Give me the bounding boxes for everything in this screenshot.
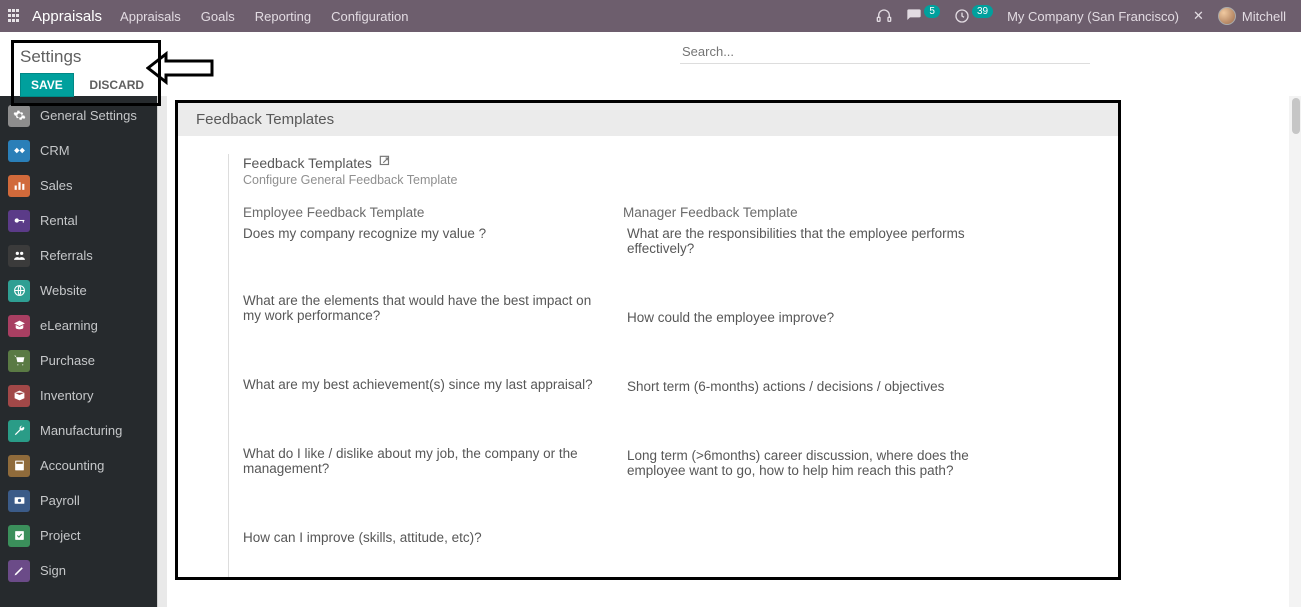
activities-badge: 39: [972, 5, 993, 18]
manager-question[interactable]: Long term (>6months) career discussion, …: [623, 448, 993, 478]
sidebar-item-label: General Settings: [40, 108, 137, 123]
employee-question[interactable]: What do I like / dislike about my job, t…: [243, 446, 613, 476]
company-switcher[interactable]: My Company (San Francisco): [1007, 9, 1179, 24]
messages-icon[interactable]: 5: [906, 8, 940, 24]
sidebar-item-label: Rental: [40, 213, 78, 228]
sidebar-item-label: Accounting: [40, 458, 104, 473]
panel-divider: [228, 154, 229, 580]
employee-feedback-title: Employee Feedback Template: [243, 205, 613, 220]
cart-icon: [8, 350, 30, 372]
sidebar-item-label: Inventory: [40, 388, 93, 403]
key-icon: [8, 210, 30, 232]
manager-question[interactable]: What are the responsibilities that the e…: [623, 226, 993, 256]
activities-icon[interactable]: 39: [954, 8, 993, 24]
sidebar-item-purchase[interactable]: Purchase: [0, 343, 157, 378]
people-icon: [8, 245, 30, 267]
settings-sidebar: General Settings CRM Sales Rental Referr…: [0, 96, 157, 607]
app-brand[interactable]: Appraisals: [32, 8, 102, 25]
arrow-annotation: [146, 50, 216, 86]
manager-feedback-column: Manager Feedback Template What are the r…: [623, 205, 993, 545]
employee-question[interactable]: What are the elements that would have th…: [243, 293, 613, 323]
sidebar-item-elearning[interactable]: eLearning: [0, 308, 157, 343]
box-icon: [8, 385, 30, 407]
wrench-icon: [8, 420, 30, 442]
apps-icon[interactable]: [8, 9, 22, 23]
navbar: Appraisals Appraisals Goals Reporting Co…: [0, 0, 1301, 32]
discard-button[interactable]: DISCARD: [81, 74, 152, 96]
action-bar: Settings SAVE DISCARD: [0, 32, 1301, 96]
employee-question[interactable]: What are my best achievement(s) since my…: [243, 377, 613, 392]
sidebar-item-sales[interactable]: Sales: [0, 168, 157, 203]
sidebar-item-label: CRM: [40, 143, 70, 158]
sidebar-item-crm[interactable]: CRM: [0, 133, 157, 168]
sidebar-item-inventory[interactable]: Inventory: [0, 378, 157, 413]
sidebar-item-label: Sign: [40, 563, 66, 578]
nav-configuration[interactable]: Configuration: [331, 9, 408, 24]
sidebar-item-rental[interactable]: Rental: [0, 203, 157, 238]
pen-icon: [8, 560, 30, 582]
panel-subhead: Feedback Templates: [243, 155, 372, 171]
panel-subcaption: Configure General Feedback Template: [243, 173, 1104, 187]
sidebar-item-label: eLearning: [40, 318, 98, 333]
calculator-icon: [8, 455, 30, 477]
sidebar-item-manufacturing[interactable]: Manufacturing: [0, 413, 157, 448]
employee-feedback-column: Employee Feedback Template Does my compa…: [243, 205, 613, 545]
user-menu[interactable]: Mitchell: [1218, 7, 1286, 25]
manager-question[interactable]: Short term (6-months) actions / decision…: [623, 379, 993, 394]
headset-icon[interactable]: [876, 8, 892, 24]
nav-reporting[interactable]: Reporting: [255, 9, 311, 24]
nav-goals[interactable]: Goals: [201, 9, 235, 24]
employee-question[interactable]: How can I improve (skills, attitude, etc…: [243, 530, 613, 545]
feedback-templates-panel: Feedback Templates Feedback Templates Co…: [175, 100, 1121, 580]
sidebar-item-referrals[interactable]: Referrals: [0, 238, 157, 273]
sidebar-item-label: Purchase: [40, 353, 95, 368]
sidebar-item-label: Referrals: [40, 248, 93, 263]
sidebar-resize-handle[interactable]: [157, 96, 167, 607]
messages-badge: 5: [924, 5, 940, 18]
panel-title: Feedback Templates: [178, 103, 1118, 136]
sidebar-item-website[interactable]: Website: [0, 273, 157, 308]
sidebar-item-project[interactable]: Project: [0, 518, 157, 553]
search-input[interactable]: [680, 40, 1090, 64]
sidebar-item-label: Sales: [40, 178, 73, 193]
employee-question[interactable]: Does my company recognize my value ?: [243, 226, 613, 241]
globe-icon: [8, 280, 30, 302]
nav-appraisals[interactable]: Appraisals: [120, 9, 181, 24]
save-button[interactable]: SAVE: [20, 73, 74, 97]
avatar: [1218, 7, 1236, 25]
manager-question[interactable]: How could the employee improve?: [623, 310, 993, 325]
page-title: Settings: [20, 47, 152, 67]
sidebar-item-accounting[interactable]: Accounting: [0, 448, 157, 483]
close-icon[interactable]: ✕: [1193, 8, 1204, 24]
sidebar-item-sign[interactable]: Sign: [0, 553, 157, 588]
scrollbar-thumb[interactable]: [1292, 98, 1300, 134]
task-icon: [8, 525, 30, 547]
barchart-icon: [8, 175, 30, 197]
handshake-icon: [8, 140, 30, 162]
sidebar-item-label: Payroll: [40, 493, 80, 508]
action-box: Settings SAVE DISCARD: [11, 40, 161, 106]
graduation-icon: [8, 315, 30, 337]
money-icon: [8, 490, 30, 512]
sidebar-item-label: Manufacturing: [40, 423, 122, 438]
sidebar-item-label: Project: [40, 528, 80, 543]
user-name: Mitchell: [1242, 9, 1286, 24]
gear-icon: [8, 105, 30, 127]
sidebar-item-payroll[interactable]: Payroll: [0, 483, 157, 518]
scrollbar[interactable]: [1289, 96, 1301, 607]
manager-feedback-title: Manager Feedback Template: [623, 205, 993, 220]
external-link-icon[interactable]: [378, 154, 392, 171]
main-content: Feedback Templates Feedback Templates Co…: [167, 96, 1301, 607]
sidebar-item-label: Website: [40, 283, 87, 298]
